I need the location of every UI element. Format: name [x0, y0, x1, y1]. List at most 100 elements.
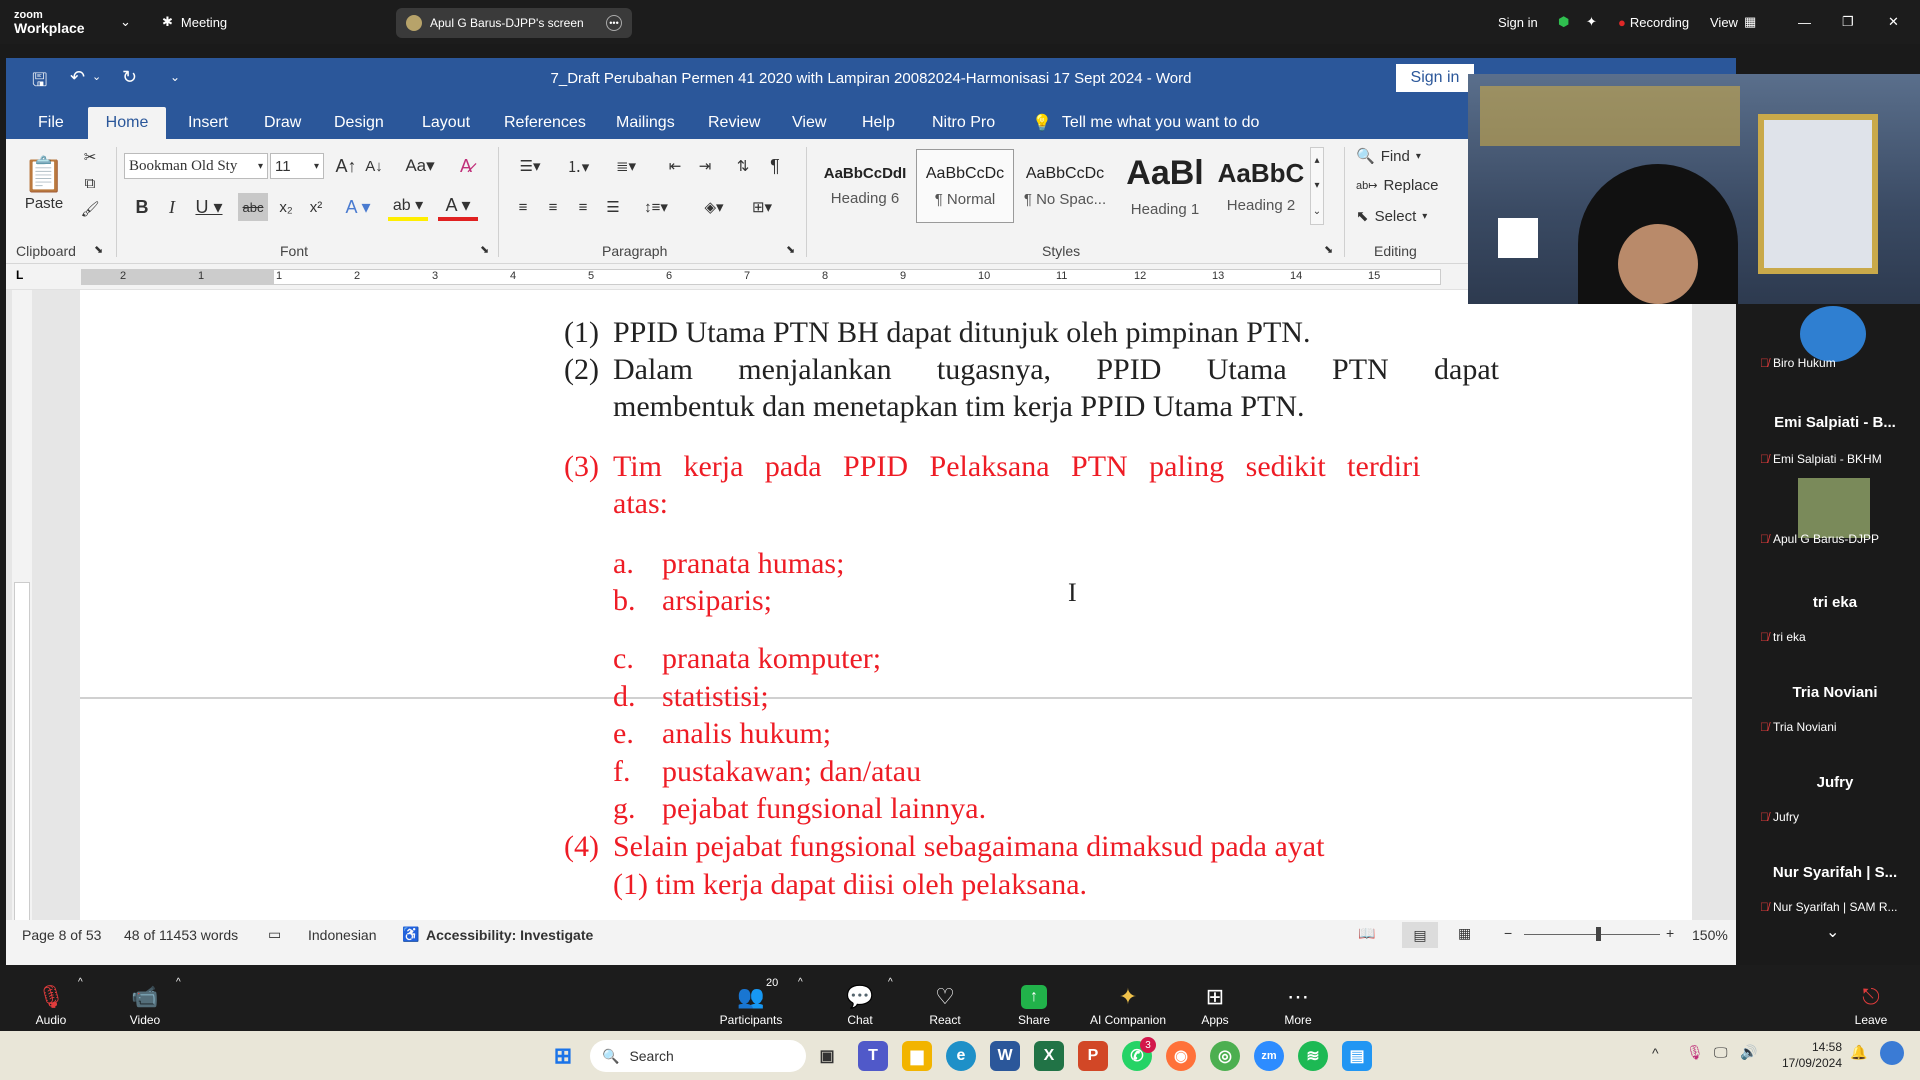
justify-icon[interactable]: ☰	[600, 193, 626, 221]
numbering-icon[interactable]: ⒈▾	[558, 153, 598, 179]
paste-button[interactable]: 📋 Paste	[22, 145, 66, 221]
decrease-indent-icon[interactable]: ⇤	[662, 153, 688, 179]
firefox-icon[interactable]: ◉	[1166, 1041, 1196, 1071]
participant-tile[interactable]: Tria Noviani 🎙̸ Tria Noviani	[1750, 664, 1920, 754]
tab-design[interactable]: Design	[320, 107, 398, 139]
zoom-sign-in[interactable]: Sign in	[1498, 0, 1538, 44]
align-right-icon[interactable]: ≡	[570, 193, 596, 221]
tab-insert[interactable]: Insert	[174, 107, 242, 139]
web-layout-icon[interactable]: ▦	[1458, 925, 1471, 942]
grow-font-icon[interactable]: A↑	[334, 153, 358, 179]
line-spacing-icon[interactable]: ↕≡▾	[636, 193, 676, 221]
tab-nitro-pro[interactable]: Nitro Pro	[918, 107, 1009, 139]
chevron-down-icon[interactable]: ⌄	[1826, 922, 1839, 942]
shading-icon[interactable]: ◈▾	[694, 193, 734, 221]
dialog-launcher-icon[interactable]: ⬊	[480, 243, 489, 256]
chevron-up-icon[interactable]: ^	[888, 977, 893, 988]
close-icon[interactable]: ✕	[1888, 0, 1899, 44]
mic-icon[interactable]: 🎙	[1686, 1044, 1704, 1061]
tab-view[interactable]: View	[778, 107, 840, 139]
chevron-up-icon[interactable]: ^	[1652, 1045, 1659, 1061]
sort-icon[interactable]: ⇅	[730, 153, 756, 179]
chevron-up-icon[interactable]: ▴	[1314, 155, 1319, 166]
notepad-icon[interactable]: ▤	[1342, 1041, 1372, 1071]
replace-button[interactable]: ab↦ Replace	[1356, 177, 1439, 194]
shrink-font-icon[interactable]: A↓	[362, 153, 386, 179]
find-button[interactable]: 🔍 Find ▾	[1356, 147, 1421, 166]
zoom-slider[interactable]	[1524, 927, 1660, 941]
ai-companion-button[interactable]: ✦ AI Companion	[1084, 971, 1172, 1028]
sparkle-icon[interactable]: ✦	[1586, 0, 1597, 44]
more-button[interactable]: ⋯ More	[1253, 971, 1343, 1028]
change-case-icon[interactable]: Aa▾	[400, 153, 440, 179]
speaker-video[interactable]	[1468, 74, 1920, 304]
bold-icon[interactable]: B	[130, 193, 154, 221]
vertical-ruler[interactable]	[12, 290, 32, 920]
underline-icon[interactable]: U ▾	[190, 193, 228, 221]
italic-icon[interactable]: I	[160, 193, 184, 221]
view-menu[interactable]: View ▦	[1710, 0, 1756, 44]
chrome-icon[interactable]: ◎	[1210, 1041, 1240, 1071]
style-heading-1[interactable]: AaBl Heading 1	[1116, 149, 1214, 223]
powerpoint-icon[interactable]: P	[1078, 1041, 1108, 1071]
participant-tile[interactable]: tri eka 🎙̸ tri eka	[1750, 574, 1920, 664]
chevron-down-icon[interactable]: ⌄	[120, 0, 131, 44]
borders-icon[interactable]: ⊞▾	[742, 193, 782, 221]
cut-icon[interactable]: ✂	[80, 147, 100, 167]
word-icon[interactable]: W	[990, 1041, 1020, 1071]
dialog-launcher-icon[interactable]: ⬊	[786, 243, 795, 256]
more-options-icon[interactable]: •••	[606, 15, 622, 31]
align-left-icon[interactable]: ≡	[510, 193, 536, 221]
increase-indent-icon[interactable]: ⇥	[692, 153, 718, 179]
participant-tile[interactable]: Emi Salpiati - B... 🎙̸ Emi Salpiati - BKH…	[1750, 394, 1920, 484]
zoom-level[interactable]: 150%	[1692, 927, 1728, 943]
font-name-select[interactable]: Bookman Old Sty ▾	[124, 153, 268, 179]
strikethrough-icon[interactable]: abc	[238, 193, 268, 221]
tell-me-search[interactable]: 💡 Tell me what you want to do	[1018, 107, 1273, 139]
align-center-icon[interactable]: ≡	[540, 193, 566, 221]
ruler-track[interactable]: 2 1 1 2 3 4 5 6 7 8 9 10 11 12 13 14 15	[81, 269, 1441, 285]
read-mode-icon[interactable]: 📖	[1358, 925, 1375, 942]
participant-tile[interactable]: Nur Syarifah | S... 🎙̸ Nur Syarifah | SAM…	[1750, 844, 1920, 934]
styles-scroll[interactable]: ▴ ▾ ⌄	[1310, 147, 1324, 225]
zoom-app-icon[interactable]: zm	[1254, 1041, 1284, 1071]
copy-icon[interactable]: ⧉	[80, 173, 100, 193]
volume-icon[interactable]: 🔊	[1740, 1044, 1757, 1061]
style-normal[interactable]: AaBbCcDc ¶ Normal	[916, 149, 1014, 223]
participants-button[interactable]: 👥 Participants	[706, 971, 796, 1028]
show-paragraph-marks-icon[interactable]: ¶	[762, 153, 788, 179]
recording-indicator[interactable]: ● Recording	[1618, 0, 1689, 44]
leave-button[interactable]: ⎋ Leave	[1826, 971, 1916, 1028]
page-count[interactable]: Page 8 of 53	[22, 927, 101, 943]
spotify-icon[interactable]: ≋	[1298, 1041, 1328, 1071]
dialog-launcher-icon[interactable]: ⬊	[1324, 243, 1333, 256]
participant-tile[interactable]: 🎙̸ Biro Hukum	[1750, 304, 1920, 394]
select-button[interactable]: ⬉ Select ▾	[1356, 207, 1427, 226]
font-color-icon[interactable]: A ▾	[438, 193, 478, 221]
subscript-icon[interactable]: x₂	[274, 193, 298, 221]
highlight-icon[interactable]: ab ▾	[388, 193, 428, 221]
proofing-icon[interactable]: ▭	[268, 926, 281, 943]
tab-references[interactable]: References	[490, 107, 600, 139]
word-count[interactable]: 48 of 11453 words	[124, 927, 238, 943]
superscript-icon[interactable]: x²	[304, 193, 328, 221]
chevron-up-icon[interactable]: ^	[798, 977, 803, 988]
tab-layout[interactable]: Layout	[408, 107, 484, 139]
sign-in-button[interactable]: Sign in	[1396, 64, 1474, 92]
tab-file[interactable]: File	[24, 107, 78, 139]
share-button[interactable]: ↑ Share	[989, 971, 1079, 1027]
styles-more-icon[interactable]: ⌄	[1313, 206, 1321, 217]
style-no-spacing[interactable]: AaBbCcDc ¶ No Spac...	[1016, 149, 1114, 223]
tab-mailings[interactable]: Mailings	[602, 107, 689, 139]
tab-draw[interactable]: Draw	[250, 107, 315, 139]
style-heading-2[interactable]: AaBbC Heading 2	[1212, 149, 1310, 223]
bullets-icon[interactable]: ☰▾	[510, 153, 550, 179]
clock[interactable]: 14:58 17/09/2024	[1772, 1039, 1842, 1071]
network-icon[interactable]: 🖵	[1714, 1044, 1728, 1061]
font-size-select[interactable]: 11 ▾	[270, 153, 324, 179]
format-painter-icon[interactable]: 🖌	[80, 199, 100, 219]
tab-review[interactable]: Review	[694, 107, 774, 139]
bell-icon[interactable]: 🔔	[1850, 1044, 1867, 1061]
zoom-slider-thumb[interactable]	[1596, 927, 1601, 941]
taskbar-search[interactable]: 🔍 Search	[590, 1040, 806, 1072]
